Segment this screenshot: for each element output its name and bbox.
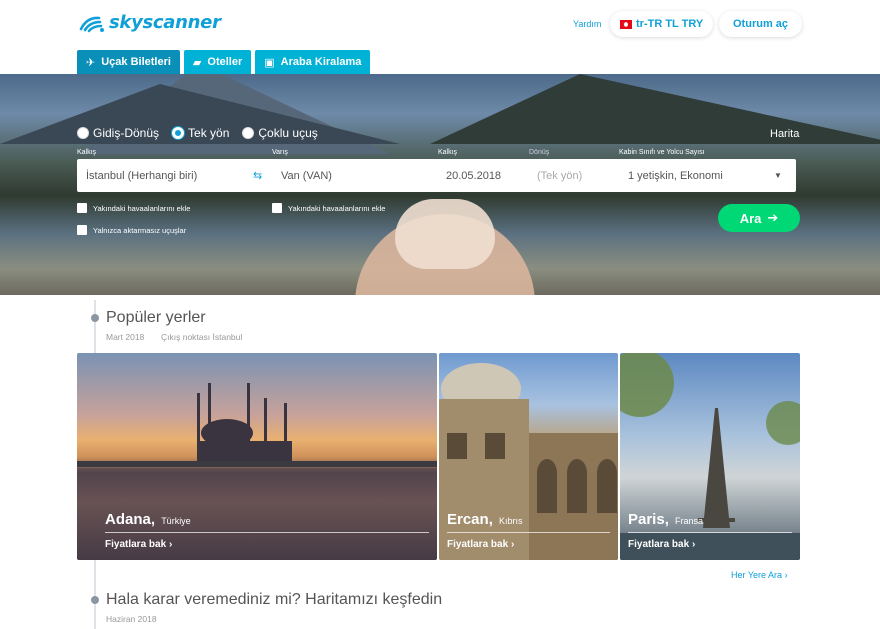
- bed-icon: ▰: [192, 56, 202, 69]
- arrow-right-icon: ➔: [767, 210, 779, 225]
- destination-name: Adana, Türkiye: [105, 511, 191, 528]
- radio-dot[interactable]: [242, 127, 255, 139]
- checkbox-box[interactable]: [272, 203, 282, 213]
- chevron-right-icon: ›: [510, 539, 515, 550]
- radio-label: Tek yön: [188, 126, 230, 140]
- return-date-input[interactable]: (Tek yön): [537, 159, 617, 192]
- flight-search-form: İstanbul (Herhangi biri) ⇆ Van (VAN) 20.…: [77, 159, 796, 192]
- cabin-label: Kabin Sınıfı ve Yolcu Sayısı: [619, 149, 705, 156]
- login-button[interactable]: Oturum aç: [719, 11, 803, 37]
- skyscanner-logo-icon: [79, 16, 104, 33]
- search-button[interactable]: Ara ➔: [718, 204, 800, 232]
- car-icon: ▣: [264, 56, 275, 69]
- from-input[interactable]: İstanbul (Herhangi biri): [86, 159, 246, 192]
- chevron-right-icon: ›: [691, 539, 696, 550]
- radio-one-way[interactable]: Tek yön: [172, 126, 229, 140]
- destination-name: Paris, Fransa: [628, 511, 704, 528]
- popular-origin: Çıkış noktası İstanbul: [161, 332, 243, 342]
- destination-card-adana[interactable]: Adana, Türkiye Fiyatlara bak ›: [77, 353, 437, 560]
- radio-dot[interactable]: [77, 127, 89, 139]
- checkbox-label: Yalnızca aktarmasız uçuşlar: [93, 225, 187, 235]
- plane-icon: ✈: [86, 56, 96, 69]
- checkbox-label: Yakındaki havaalanlarını ekle: [288, 203, 386, 213]
- trip-type-selector: Gidiş-Dönüş Tek yön Çoklu uçuş: [77, 126, 318, 140]
- checkbox-label: Yakındaki havaalanlarını ekle: [93, 203, 191, 213]
- caption-divider: [105, 532, 429, 533]
- popular-title: Popüler yerler: [106, 309, 206, 326]
- search-button-label: Ara: [739, 210, 762, 226]
- see-prices-link[interactable]: Fiyatlara bak ›: [447, 539, 514, 550]
- mountain-shape: [430, 74, 880, 144]
- popular-month: Mart 2018: [106, 332, 145, 342]
- chevron-down-icon[interactable]: ▼: [774, 171, 782, 180]
- caption-divider: [628, 532, 792, 533]
- eiffel-tower-image: [620, 353, 800, 560]
- help-link[interactable]: Yardım: [573, 19, 601, 29]
- nearby-origin-checkbox[interactable]: Yakındaki havaalanlarını ekle: [77, 203, 190, 213]
- see-prices-link[interactable]: Fiyatlara bak ›: [628, 539, 695, 550]
- tab-label: Oteller: [207, 56, 243, 68]
- locale-label: tr-TR TL TRY: [636, 18, 704, 30]
- caption-divider: [447, 532, 610, 533]
- checkbox-box[interactable]: [77, 203, 87, 213]
- tab-car-hire[interactable]: ▣ Araba Kiralama: [255, 50, 371, 74]
- explore-title: Hala karar veremediniz mi? Haritamızı ke…: [106, 591, 443, 608]
- checkbox-box[interactable]: [77, 225, 87, 235]
- tab-flights[interactable]: ✈ Uçak Biletleri: [77, 50, 180, 74]
- radio-label: Çoklu uçuş: [258, 126, 318, 140]
- radio-multi-city[interactable]: Çoklu uçuş: [242, 126, 318, 140]
- to-input[interactable]: Van (VAN): [281, 159, 431, 192]
- search-everywhere-link[interactable]: Her Yere Ara ›: [731, 570, 788, 580]
- see-prices-link[interactable]: Fiyatlara bak ›: [105, 539, 172, 550]
- tab-label: Araba Kiralama: [280, 56, 362, 68]
- radio-label: Gidiş-Dönüş: [93, 126, 160, 140]
- direct-only-checkbox[interactable]: Yalnızca aktarmasız uçuşlar: [77, 225, 186, 235]
- from-label: Kalkış: [77, 149, 97, 156]
- depart-label: Kalkış: [438, 149, 458, 156]
- destination-card-ercan[interactable]: Ercan, Kıbrıs Fiyatlara bak ›: [439, 353, 618, 560]
- destination-card-paris[interactable]: Paris, Fransa Fiyatlara bak ›: [620, 353, 800, 560]
- timeline-dot: [91, 314, 99, 322]
- brand-name: skyscanner: [109, 11, 221, 33]
- hero-person-head: [395, 199, 495, 269]
- ercan-building-image: [439, 363, 618, 560]
- chevron-right-icon: ›: [168, 539, 173, 550]
- mosque-image: [77, 383, 437, 560]
- depart-date-input[interactable]: 20.05.2018: [446, 159, 531, 192]
- top-header: skyscanner Yardım tr-TR TL TRY Oturum aç: [0, 0, 880, 48]
- destination-name: Ercan, Kıbrıs: [447, 511, 523, 528]
- radio-round-trip[interactable]: Gidiş-Dönüş: [77, 126, 159, 140]
- swap-icon[interactable]: ⇆: [253, 169, 262, 182]
- cabin-passenger-select[interactable]: 1 yetişkin, Ekonomi: [628, 159, 768, 192]
- turkey-flag-icon: [620, 19, 632, 29]
- product-tabs: ✈ Uçak Biletleri ▰ Oteller ▣ Araba Kiral…: [77, 50, 371, 74]
- return-label: Dönüş: [529, 149, 550, 156]
- tab-hotels[interactable]: ▰ Oteller: [183, 50, 252, 74]
- tab-label: Uçak Biletleri: [101, 56, 171, 68]
- explore-month: Haziran 2018: [106, 614, 157, 624]
- locale-button[interactable]: tr-TR TL TRY: [610, 11, 714, 37]
- timeline-dot: [91, 596, 99, 604]
- skyscanner-logo[interactable]: skyscanner: [78, 11, 221, 33]
- nearby-destination-checkbox[interactable]: Yakındaki havaalanlarını ekle: [272, 203, 385, 213]
- map-link[interactable]: Harita: [770, 128, 799, 140]
- radio-dot[interactable]: [172, 127, 185, 139]
- to-label: Varış: [272, 149, 288, 156]
- chevron-right-icon: ›: [784, 570, 788, 580]
